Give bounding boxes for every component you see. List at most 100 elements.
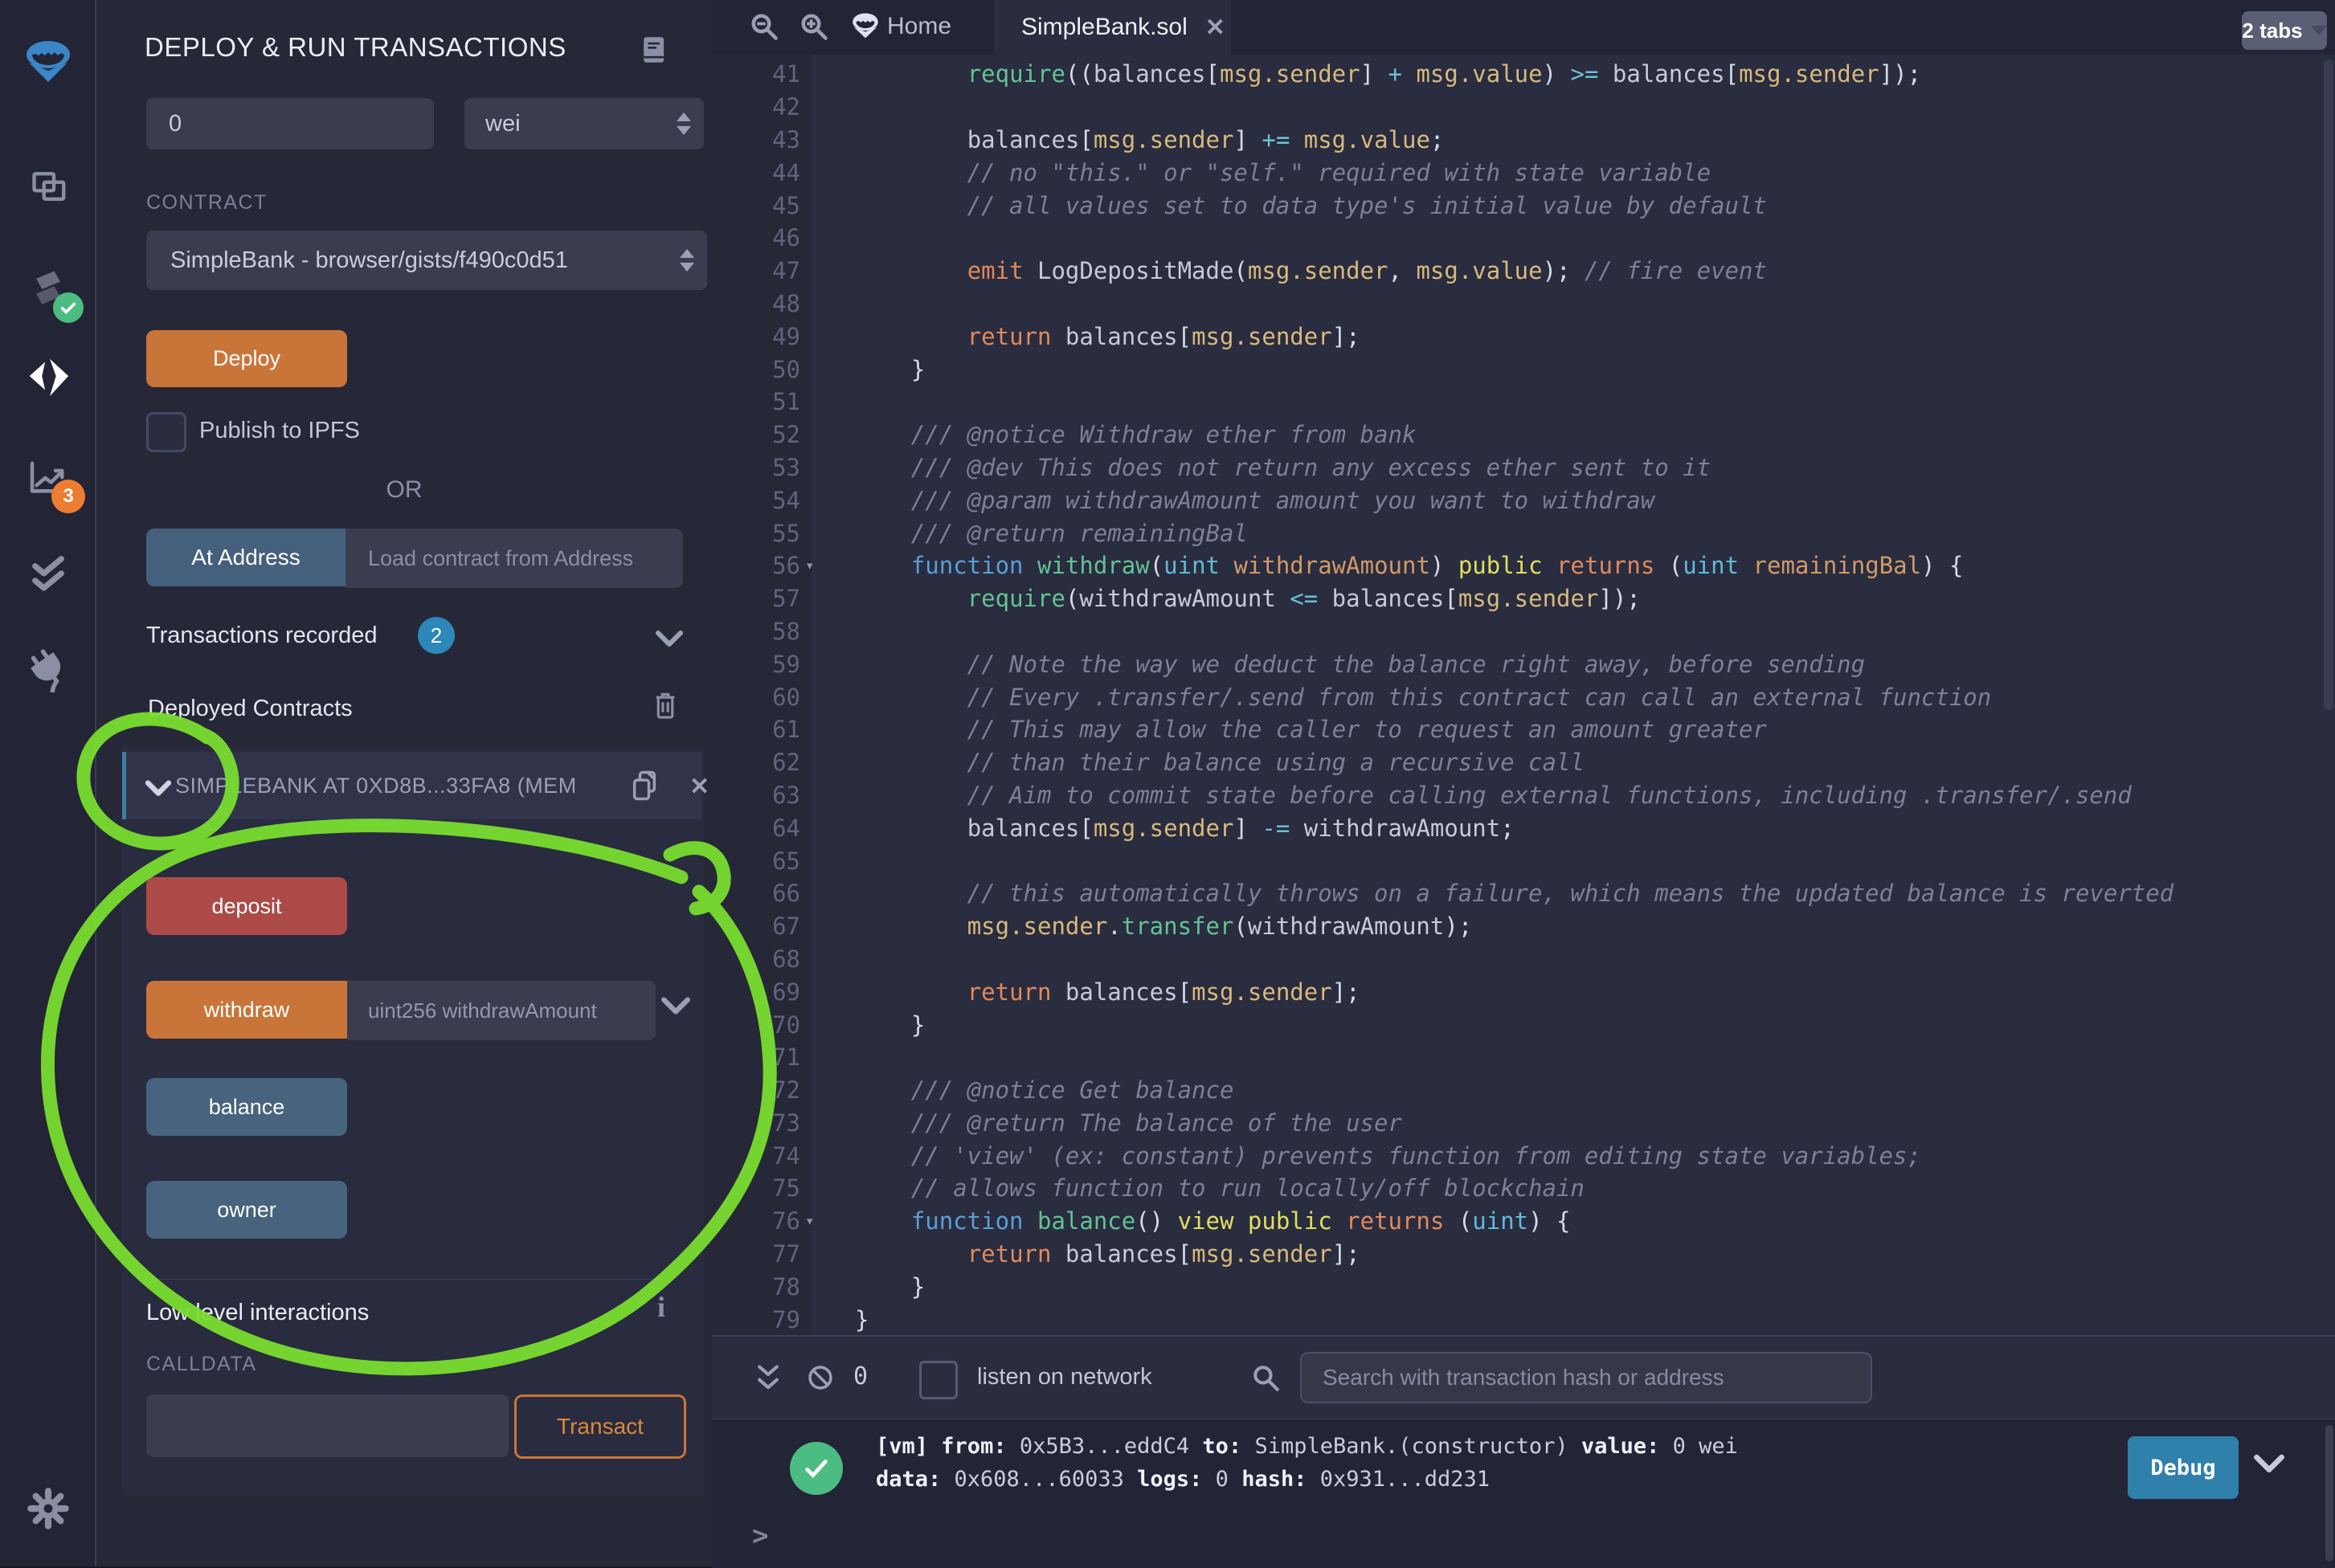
deployed-contracts-label: Deployed Contracts (148, 696, 353, 722)
terminal-controls: 0 listen on network (712, 1337, 2335, 1419)
clear-console-icon[interactable] (802, 1359, 839, 1396)
code-line-50: 50 } (712, 353, 2335, 386)
at-address-input[interactable] (346, 529, 683, 588)
instance-accent-bar (122, 752, 126, 819)
contract-instance-header[interactable]: SIMPLEBANK AT 0XD8B...33FA8 (MEMO ✕ (122, 752, 702, 819)
info-icon[interactable]: i (657, 1290, 665, 1324)
documentation-book-icon[interactable] (636, 32, 670, 71)
instance-close-icon[interactable]: ✕ (689, 773, 709, 801)
code-line-77: 77 return balances[msg.sender]; (712, 1238, 2335, 1271)
code-line-46: 46 (712, 222, 2335, 255)
file-explorer-icon[interactable] (22, 161, 74, 212)
code-line-78: 78 } (712, 1270, 2335, 1303)
tab-simplebank[interactable]: SimpleBank.sol ✕ (994, 0, 1231, 55)
code-line-44: 44 // no "this." or "self." required wit… (712, 156, 2335, 189)
deploy-run-icon[interactable] (22, 352, 74, 403)
code-line-74: 74 // 'view' (ex: constant) prevents fun… (712, 1139, 2335, 1172)
settings-gear-icon[interactable] (22, 1483, 74, 1534)
log-expand-chevron-icon[interactable] (2253, 1452, 2285, 1476)
debug-button[interactable]: Debug (2128, 1436, 2239, 1499)
select-arrows-icon (680, 249, 694, 272)
code-line-62: 62 // than their balance using a recursi… (712, 746, 2335, 779)
code-line-45: 45 // all values set to data type's init… (712, 189, 2335, 222)
unit-select[interactable]: wei (464, 98, 704, 149)
terminal-expand-icon[interactable] (750, 1359, 786, 1396)
code-line-75: 75 // allows function to run locally/off… (712, 1172, 2335, 1205)
zoom-in-icon[interactable] (795, 8, 834, 47)
code-line-79: 79} (712, 1303, 2335, 1335)
log-line: [vm] from: 0x5B3...eddC4 to: SimpleBank.… (876, 1430, 1738, 1463)
function-deposit-button[interactable]: deposit (146, 877, 347, 935)
listen-on-network-label: listen on network (977, 1364, 1152, 1390)
at-address-button[interactable]: At Address (146, 529, 346, 586)
code-line-69: 69 return balances[msg.sender]; (712, 975, 2335, 1008)
deploy-button[interactable]: Deploy (146, 330, 347, 387)
copy-address-icon[interactable] (627, 766, 662, 809)
terminal: 0 listen on network [vm] from: 0x5B3...e… (712, 1335, 2335, 1568)
testing-icon[interactable] (22, 546, 74, 598)
search-icon (1249, 1361, 1284, 1396)
editor-scrollbar[interactable] (2324, 59, 2333, 710)
code-lines: 41 require((balances[msg.sender] + msg.v… (712, 58, 2335, 1335)
log-line: data: 0x608...60033 logs: 0 hash: 0x931.… (876, 1463, 1738, 1496)
function-balance-button[interactable]: balance (146, 1078, 347, 1136)
terminal-search-input[interactable] (1300, 1352, 1872, 1403)
deploy-run-panel: DEPLOY & RUN TRANSACTIONS wei CONTRACT S… (96, 0, 712, 1566)
solidity-compiler-icon[interactable] (22, 263, 74, 315)
divider (146, 1279, 667, 1280)
analytics-badge: 3 (51, 480, 85, 513)
code-line-56: 56▾ function withdraw(uint withdrawAmoun… (712, 549, 2335, 582)
instance-expand-chevron-icon[interactable] (145, 779, 172, 798)
code-line-73: 73 /// @return The balance of the user (712, 1107, 2335, 1140)
withdraw-expand-chevron-icon[interactable] (660, 994, 691, 1017)
tabs-count-label: 2 tabs (2242, 18, 2302, 43)
listen-on-network-checkbox[interactable] (919, 1361, 958, 1399)
code-line-66: 66 // this automatically throws on a fai… (712, 877, 2335, 910)
contract-select[interactable]: SimpleBank - browser/gists/f490c0d51 (146, 231, 707, 290)
tab-label: SimpleBank.sol (1021, 14, 1188, 41)
code-line-49: 49 return balances[msg.sender]; (712, 320, 2335, 353)
terminal-scrollbar[interactable] (2325, 1425, 2333, 1562)
code-line-67: 67 msg.sender.transfer(withdrawAmount); (712, 910, 2335, 943)
code-line-61: 61 // This may allow the caller to reque… (712, 713, 2335, 746)
publish-ipfs-checkbox[interactable] (146, 412, 186, 452)
transactions-count-badge: 2 (418, 617, 455, 654)
remix-logo (22, 37, 74, 88)
editor-tab-bar: Home SimpleBank.sol ✕ 2 tabs (712, 0, 2335, 55)
instance-title: SIMPLEBANK AT 0XD8B...33FA8 (MEMO (175, 774, 577, 798)
activity-bar: 3 (0, 0, 96, 1566)
code-line-70: 70 } (712, 1008, 2335, 1041)
code-line-71: 71 (712, 1041, 2335, 1074)
withdraw-amount-input[interactable] (347, 981, 656, 1040)
caret-down-icon (2311, 26, 2327, 35)
code-line-64: 64 balances[msg.sender] -= withdrawAmoun… (712, 811, 2335, 844)
trash-icon[interactable] (649, 688, 681, 727)
tab-close-icon[interactable]: ✕ (1205, 14, 1225, 42)
value-input[interactable] (146, 98, 434, 149)
low-level-interactions-label: Low level interactions (146, 1300, 369, 1326)
analytics-icon[interactable]: 3 (22, 452, 74, 504)
plugin-manager-icon[interactable] (22, 643, 74, 695)
code-line-42: 42 (712, 91, 2335, 124)
tabs-count-dropdown[interactable]: 2 tabs (2242, 11, 2327, 50)
tab-home[interactable]: Home (887, 13, 951, 40)
select-arrows-icon (677, 112, 691, 135)
code-editor[interactable]: 41 require((balances[msg.sender] + msg.v… (712, 55, 2335, 1335)
transactions-chevron-icon[interactable] (655, 628, 684, 649)
contract-label: CONTRACT (146, 191, 268, 214)
code-line-68: 68 (712, 943, 2335, 976)
calldata-input[interactable] (146, 1394, 509, 1457)
transactions-recorded-label: Transactions recorded (146, 623, 377, 649)
code-line-59: 59 // Note the way we deduct the balance… (712, 647, 2335, 680)
function-withdraw-button[interactable]: withdraw (146, 981, 347, 1039)
code-line-58: 58 (712, 615, 2335, 648)
terminal-prompt[interactable]: > (752, 1520, 768, 1552)
code-line-63: 63 // Aim to commit state before calling… (712, 779, 2335, 812)
transact-button[interactable]: Transact (514, 1394, 686, 1459)
pending-transactions-count: 0 (853, 1362, 868, 1390)
code-line-54: 54 /// @param withdrawAmount amount you … (712, 484, 2335, 517)
code-line-41: 41 require((balances[msg.sender] + msg.v… (712, 58, 2335, 91)
function-owner-button[interactable]: owner (146, 1181, 347, 1239)
zoom-out-icon[interactable] (746, 8, 784, 47)
transaction-log[interactable]: [vm] from: 0x5B3...eddC4 to: SimpleBank.… (876, 1430, 1738, 1496)
